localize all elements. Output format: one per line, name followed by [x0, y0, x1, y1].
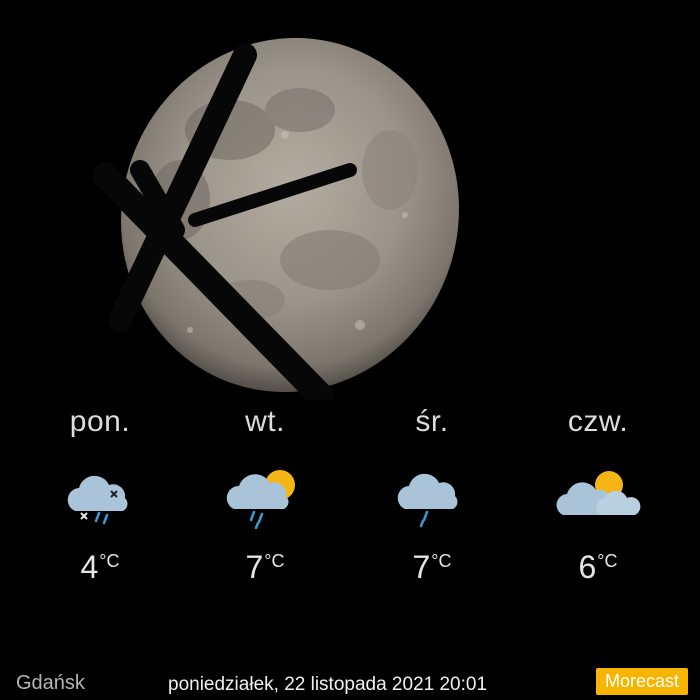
- temperature: 4°C: [80, 549, 120, 585]
- sun-clouds-icon: [556, 471, 641, 515]
- cloud-rain-snow-icon: [67, 475, 128, 525]
- forecast-day: czw. 6°C: [523, 405, 673, 586]
- forecast-strip: pon. 4°C wt. 7°C śr. 7°C czw. 6°C: [0, 405, 700, 605]
- day-name: pon.: [69, 405, 131, 438]
- temperature: 6°C: [578, 549, 618, 585]
- day-name: czw.: [567, 405, 629, 438]
- sun-cloud-rain-icon: [226, 470, 295, 529]
- datetime-label: poniedziałek, 22 listopada 2021 20:01: [168, 674, 488, 695]
- temperature: 7°C: [412, 549, 452, 585]
- city-label: Gdańsk: [16, 672, 85, 694]
- brand-badge[interactable]: Morecast: [595, 668, 688, 695]
- forecast-day: pon. 4°C: [25, 405, 175, 586]
- day-name: śr.: [415, 405, 449, 438]
- cloud-rain-icon: [397, 473, 458, 528]
- moon-photo: [0, 0, 700, 400]
- day-name: wt.: [245, 405, 285, 438]
- temperature: 7°C: [245, 549, 285, 585]
- forecast-day: śr. 7°C: [357, 405, 507, 586]
- forecast-day: wt. 7°C: [190, 405, 340, 586]
- footer-bar: Gdańsk poniedziałek, 22 listopada 2021 2…: [0, 660, 700, 700]
